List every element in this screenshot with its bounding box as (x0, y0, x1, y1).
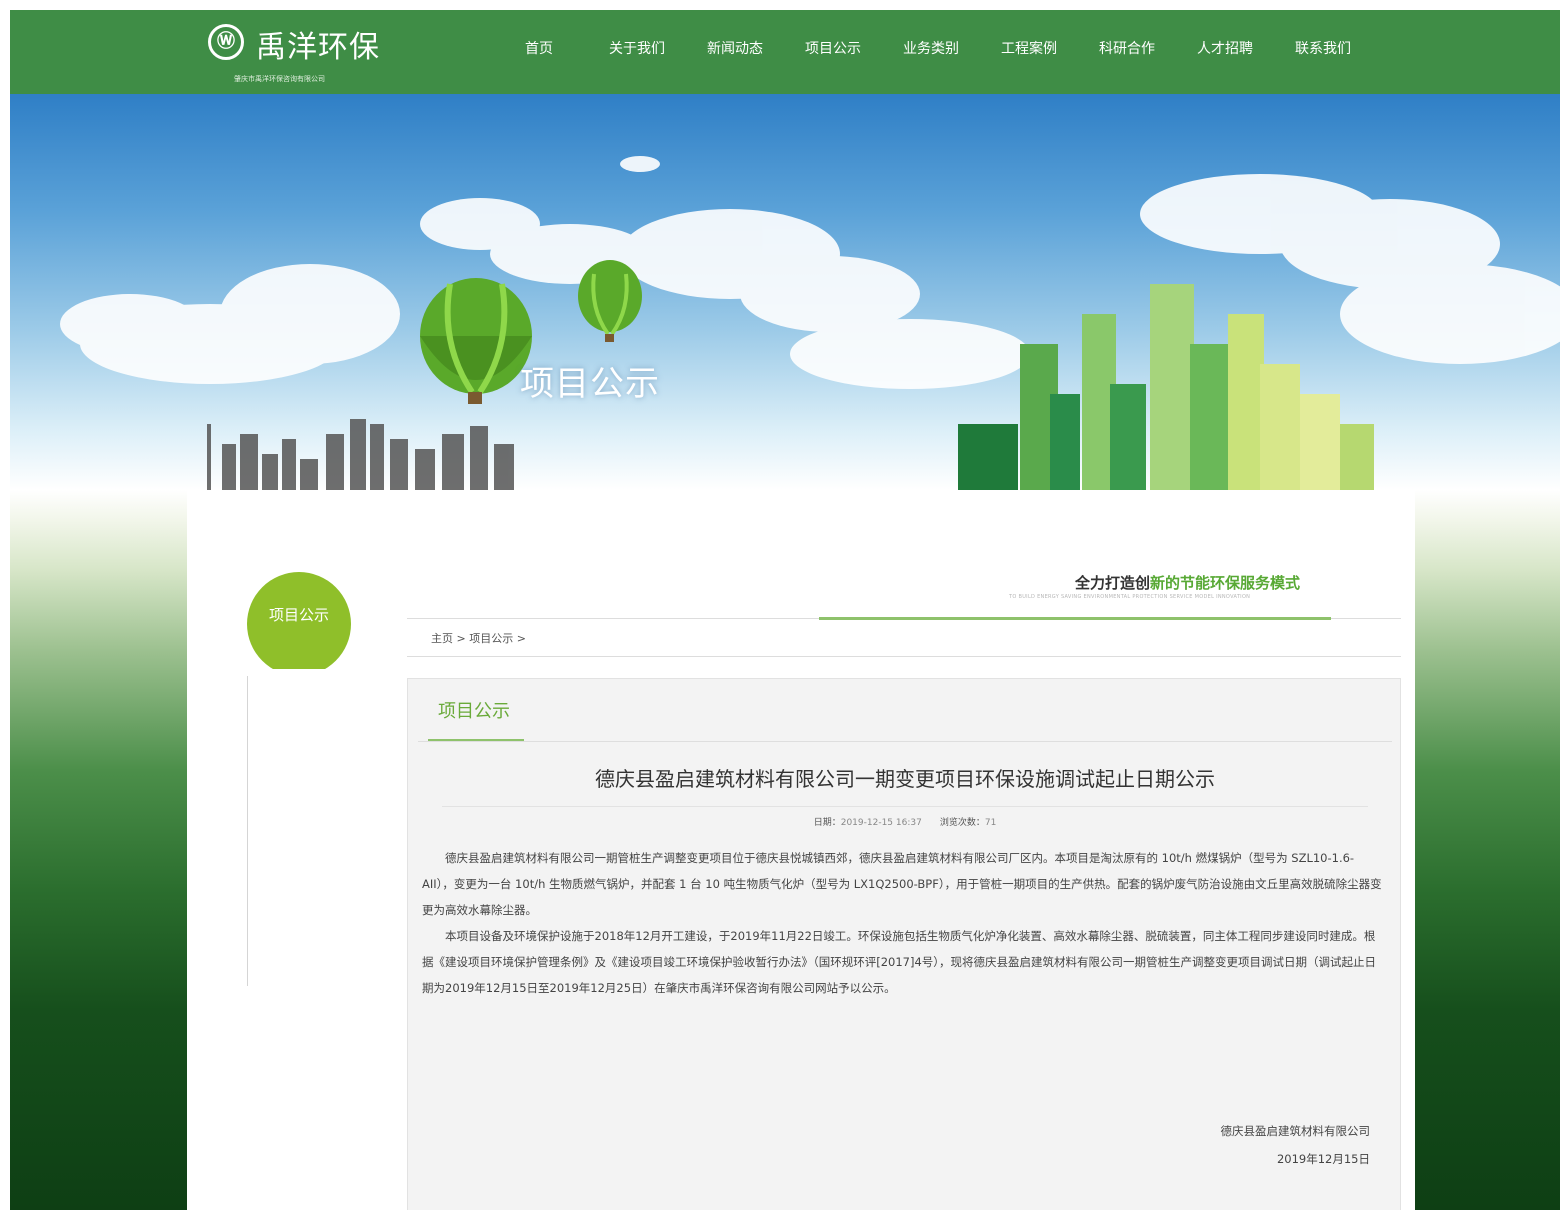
article-views: 71 (984, 818, 997, 828)
divider (418, 741, 1392, 742)
date-label: 日期： (813, 818, 841, 828)
nav-item-news[interactable]: 新闻动态 (686, 34, 784, 64)
site-header: Ⓦ 禹洋环保 肇庆市禹洋环保咨询有限公司 首页 关于我们 新闻动态 项目公示 业… (10, 10, 1560, 94)
nav-item-home[interactable]: 首页 (490, 34, 588, 64)
nav-item-contact[interactable]: 联系我们 (1274, 34, 1372, 64)
nav-item-research[interactable]: 科研合作 (1078, 34, 1176, 64)
sidebar-category[interactable]: 项目公示 (247, 572, 351, 669)
divider (442, 806, 1368, 807)
article-meta: 日期：2019-12-15 16:37 浏览次数：71 (408, 815, 1402, 828)
banner-illustration (60, 156, 1560, 490)
logo-title: 禹洋环保 (256, 30, 380, 65)
article-signature: 德庆县盈启建筑材料有限公司 2019年12月15日 (1221, 1117, 1371, 1173)
slogan-underline (819, 617, 1331, 620)
main-nav: 首页 关于我们 新闻动态 项目公示 业务类别 工程案例 科研合作 人才招聘 联系… (490, 34, 1372, 64)
article-paragraph: 德庆县盈启建筑材料有限公司一期管桩生产调整变更项目位于德庆县悦城镇西郊，德庆县盈… (422, 851, 1382, 917)
panel-title-underline (428, 739, 524, 741)
slogan: 全力打造创新的节能环保服务模式 (1075, 572, 1300, 593)
signature-date: 2019年12月15日 (1276, 1152, 1370, 1166)
logo-mark-icon: Ⓦ (208, 24, 244, 60)
breadcrumb[interactable]: 主页 > 项目公示 > (431, 630, 526, 646)
left-city (207, 419, 514, 490)
article-title: 德庆县盈启建筑材料有限公司一期变更项目环保设施调试起止日期公示 (595, 767, 1215, 791)
article-paragraph: 本项目设备及环境保护设施于2018年12月开工建设，于2019年11月22日竣工… (422, 929, 1377, 995)
hero-banner: 项目公示 (10, 94, 1560, 490)
views-label: 浏览次数： (939, 818, 985, 828)
nav-item-cases[interactable]: 工程案例 (980, 34, 1078, 64)
article-body: 德庆县盈启建筑材料有限公司一期管桩生产调整变更项目位于德庆县悦城镇西郊，德庆县盈… (422, 845, 1382, 1001)
nav-item-business[interactable]: 业务类别 (882, 34, 980, 64)
banner-title: 项目公示 (520, 364, 660, 404)
logo-subtitle: 肇庆市禹洋环保咨询有限公司 (234, 75, 325, 83)
balloon-large (420, 278, 532, 404)
nav-item-projects[interactable]: 项目公示 (784, 34, 882, 64)
right-city (958, 284, 1374, 490)
logo[interactable]: Ⓦ 禹洋环保 肇庆市禹洋环保咨询有限公司 (208, 20, 398, 83)
balloon-small (578, 260, 642, 342)
article-date: 2019-12-15 16:37 (840, 818, 922, 828)
panel-title: 项目公示 (438, 701, 510, 722)
nav-item-jobs[interactable]: 人才招聘 (1176, 34, 1274, 64)
content-area: 项目公示 全力打造创新的节能环保服务模式 TO BUILD ENERGY SAV… (187, 490, 1415, 1210)
article-panel: 项目公示 德庆县盈启建筑材料有限公司一期变更项目环保设施调试起止日期公示 日期：… (407, 678, 1401, 1210)
slogan-english: TO BUILD ENERGY SAVING ENVIRONMENTAL PRO… (1009, 594, 1251, 600)
signature-company: 德庆县盈启建筑材料有限公司 (1220, 1124, 1371, 1138)
nav-item-about[interactable]: 关于我们 (588, 34, 686, 64)
slogan-highlight: 新的节能环保服务模式 (1150, 574, 1301, 592)
page: Ⓦ 禹洋环保 肇庆市禹洋环保咨询有限公司 首页 关于我们 新闻动态 项目公示 业… (10, 10, 1560, 1210)
sidebar-divider (247, 676, 248, 986)
slogan-prefix: 全力打造创 (1075, 574, 1151, 592)
divider (407, 656, 1401, 657)
